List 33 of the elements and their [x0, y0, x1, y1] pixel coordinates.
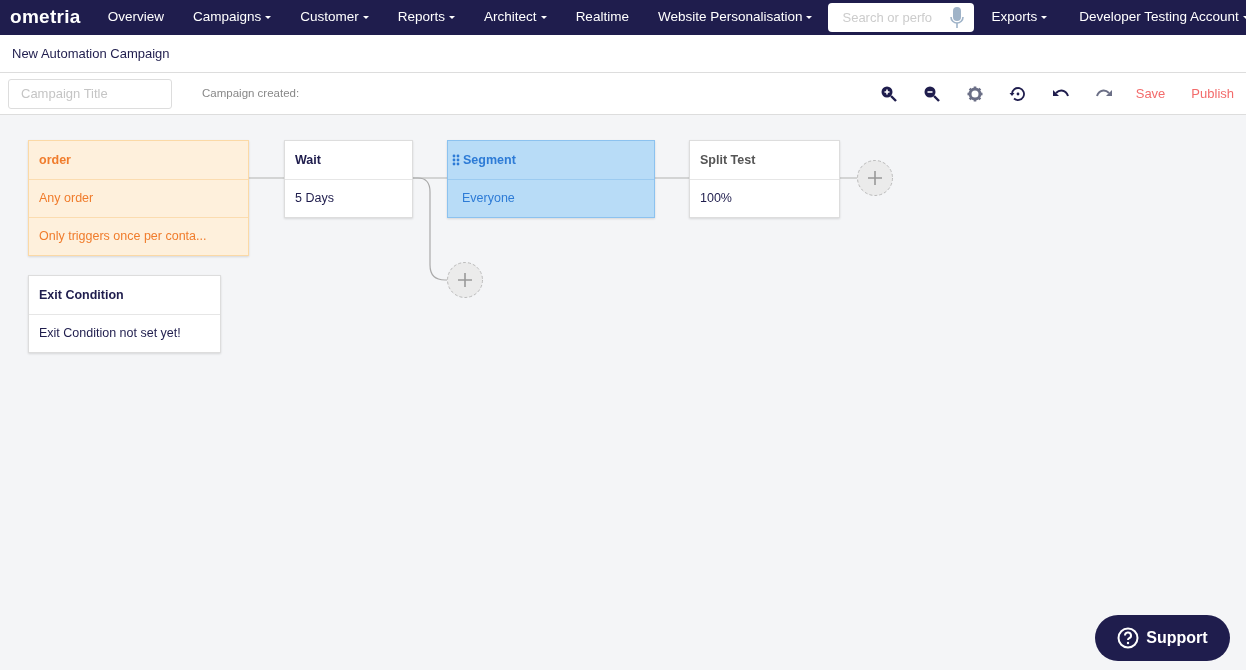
node-title: Exit Condition: [39, 286, 124, 304]
campaign-title-field[interactable]: Campaign Title: [8, 78, 172, 109]
nav-link[interactable]: Architect: [484, 7, 547, 28]
node-title: order: [39, 151, 71, 169]
created-label: Campaign created:: [202, 85, 300, 101]
connector-line: [838, 177, 858, 179]
exit-node[interactable]: Exit Condition Exit Condition not set yet!: [28, 275, 221, 353]
node-detail: 5 Days: [295, 190, 334, 208]
nav-link[interactable]: Overview: [107, 7, 164, 28]
drag-handle-icon[interactable]: [452, 154, 460, 166]
nav-link[interactable]: Website Personalisation: [657, 7, 813, 28]
page-title: New Automation Campaign: [12, 44, 170, 63]
help-icon: [1117, 627, 1140, 649]
nav-link[interactable]: Reports: [397, 7, 456, 28]
support-button[interactable]: Support: [1095, 615, 1230, 661]
node-title: Wait: [295, 151, 321, 169]
connector-line: [653, 177, 690, 179]
node-detail: Only triggers once per conta...: [39, 228, 207, 246]
nav-link[interactable]: Developer Testing Account: [1079, 7, 1246, 28]
node-detail: 100%: [700, 190, 732, 208]
step-node[interactable]: Wait 5 Days: [284, 140, 413, 218]
node-title: Segment: [463, 151, 516, 169]
nav-link[interactable]: Realtime: [575, 7, 629, 28]
step-node[interactable]: Split Test 100%: [689, 140, 840, 218]
nav-link[interactable]: Campaigns: [193, 7, 272, 28]
node-detail: Any order: [39, 190, 94, 208]
nav-link[interactable]: Exports: [991, 7, 1048, 28]
nav-link[interactable]: Customer: [300, 7, 369, 28]
connector-line: [247, 177, 285, 179]
logo[interactable]: ometria: [10, 3, 81, 32]
node-detail: Exit Condition not set yet!: [39, 325, 181, 343]
node-title: Split Test: [700, 151, 756, 169]
node-detail: Everyone: [462, 190, 515, 208]
